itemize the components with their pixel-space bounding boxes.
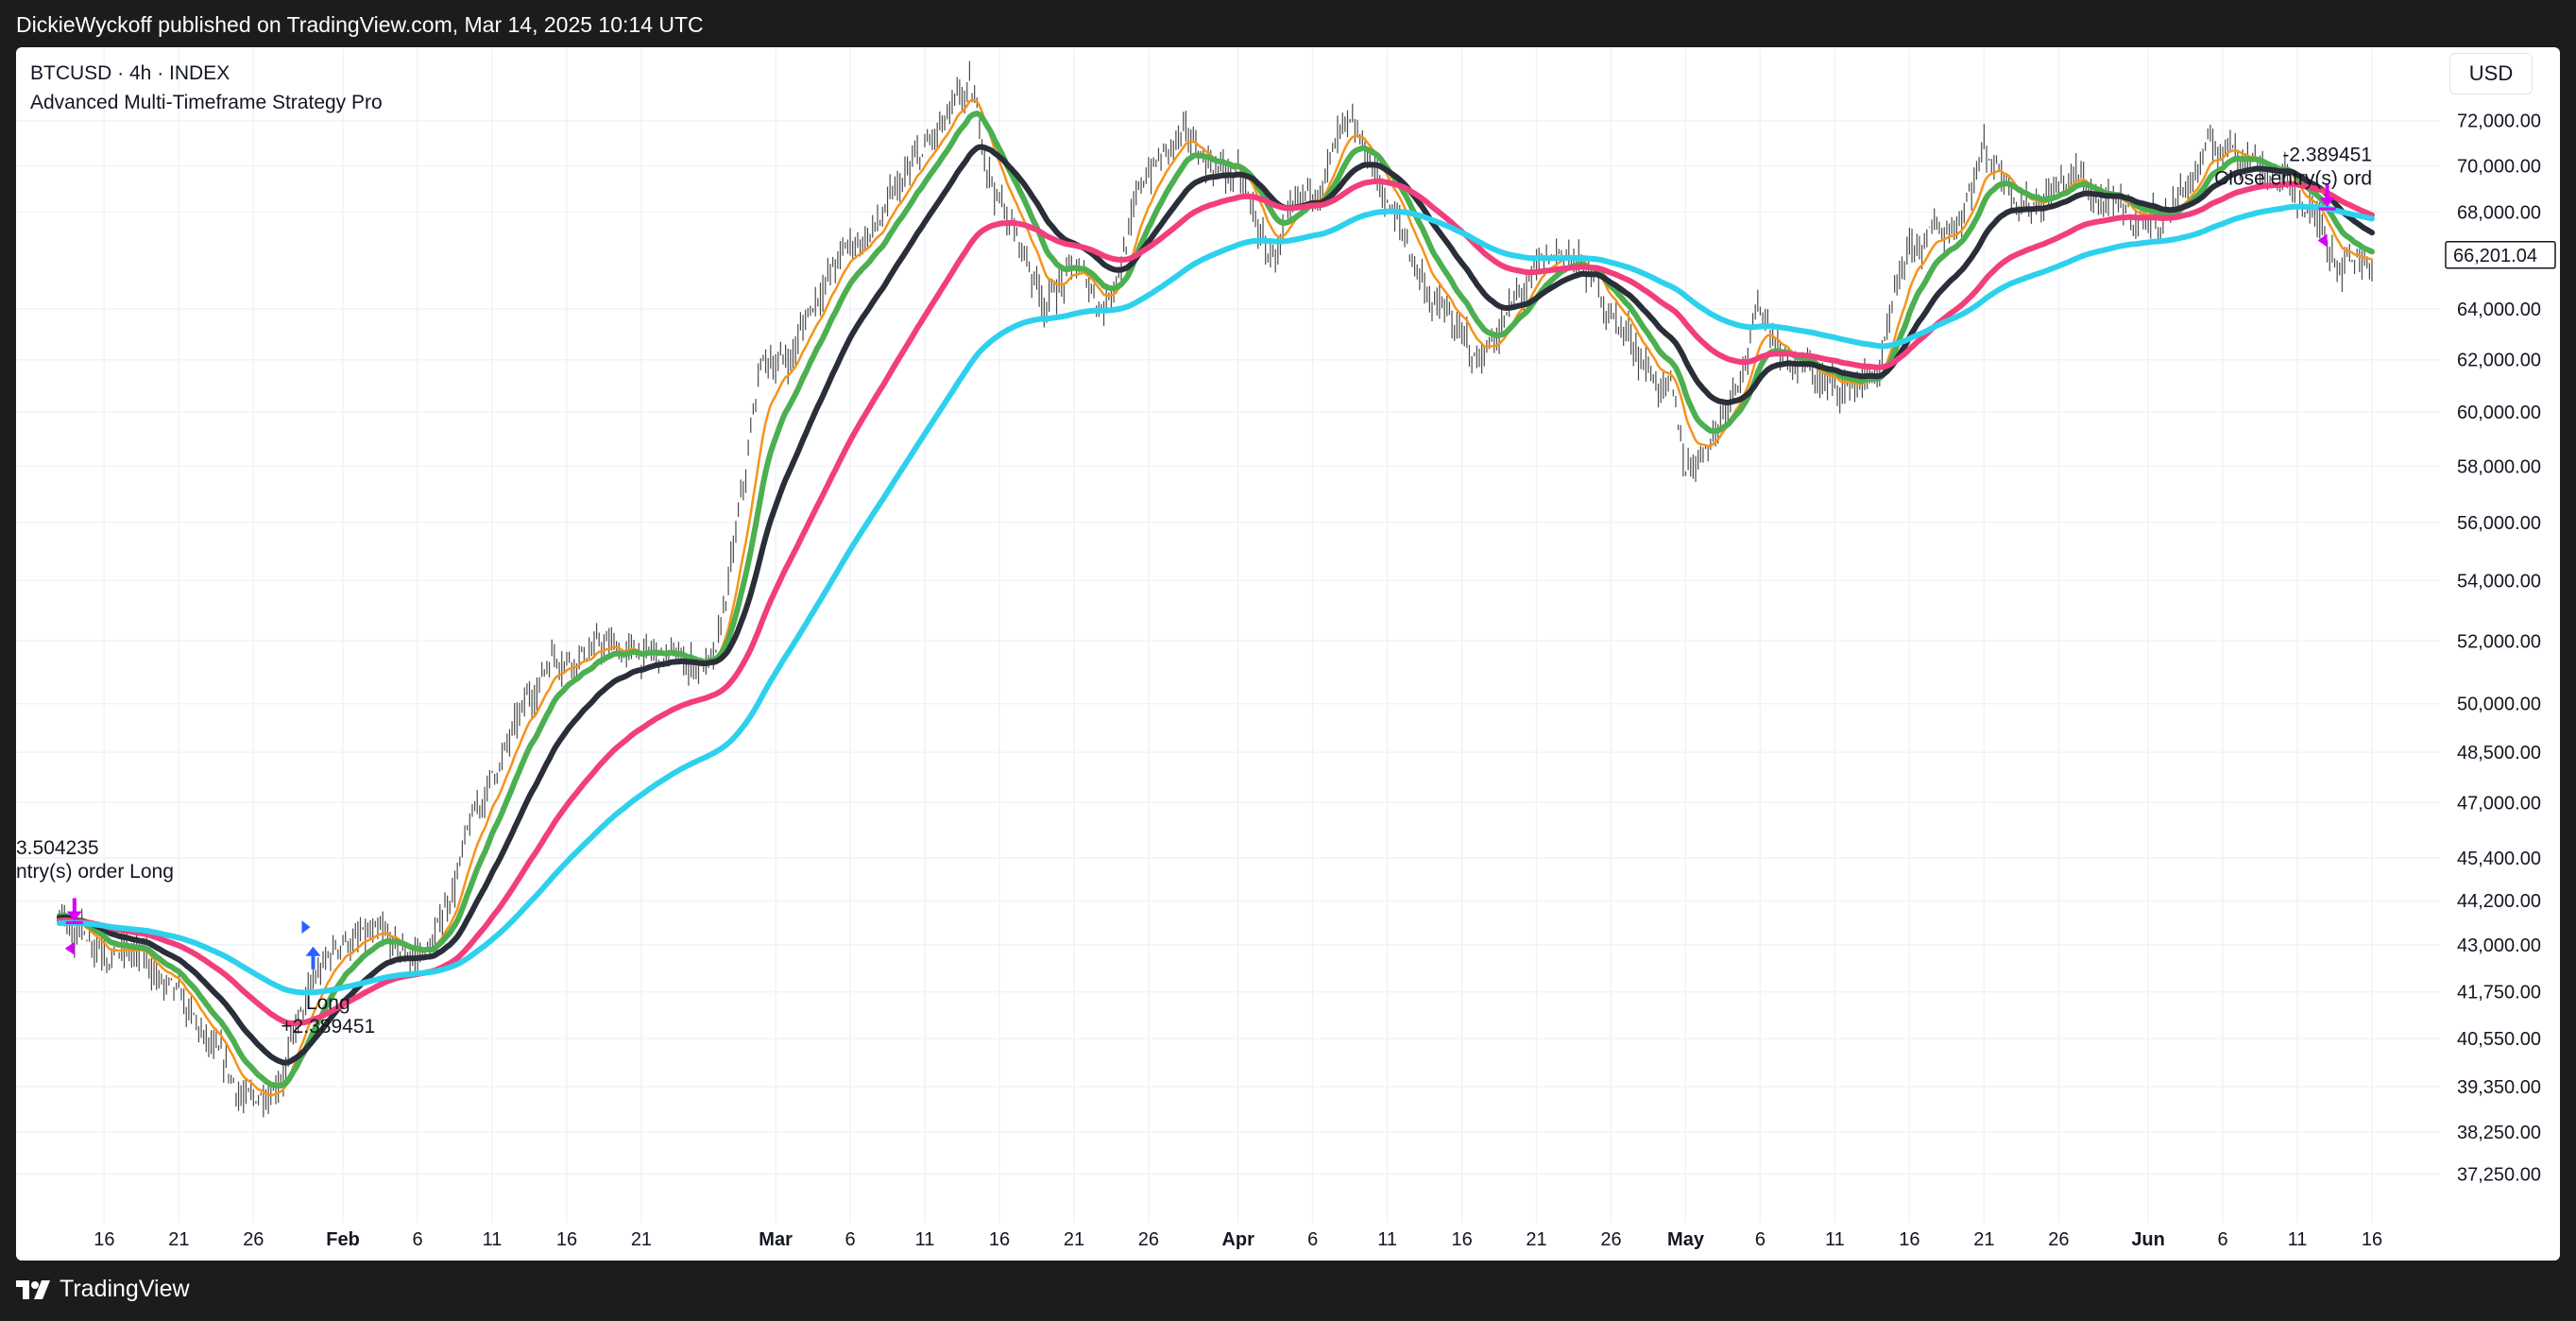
moving-average-line-4 [57,178,2375,1026]
y-tick-label: 60,000.00 [2457,403,2541,423]
x-tick-label: 6 [2218,1229,2228,1250]
x-tick-label: 16 [1451,1229,1472,1250]
y-tick-label: 52,000.00 [2457,631,2541,652]
x-tick-label: 16 [1899,1229,1919,1250]
x-tick-label: 16 [556,1229,577,1250]
x-tick-label: 21 [631,1229,652,1250]
chart-subtitle: Advanced Multi-Timeframe Strategy Pro [30,92,383,113]
x-tick-label: 16 [94,1229,114,1250]
x-tick-label: 6 [1755,1229,1766,1250]
x-tick-label: 11 [2288,1229,2308,1250]
moving-average-line-3 [57,144,2375,1066]
y-tick-label: 43,000.00 [2457,935,2541,956]
y-tick-label: 39,350.00 [2457,1077,2541,1098]
entry-triangle-icon [301,920,311,935]
x-tick-label: 6 [844,1229,855,1250]
x-tick-label: Mar [759,1229,793,1250]
y-tick-label: 68,000.00 [2457,202,2541,223]
trade-annotation-text: 3.504235 [16,837,99,859]
x-tick-label: 21 [1064,1229,1084,1250]
y-tick-label: 45,400.00 [2457,849,2541,869]
price-axis[interactable]: 72,000.00 70,000.00 68,000.00 64,000.00 62,0… [2445,112,2556,1186]
grid [16,47,2440,1223]
x-tick-label: 6 [412,1229,422,1250]
trade-annotation-text: Long [306,992,350,1014]
moving-average-line-2 [57,111,2375,1089]
trade-annotation-text: +2.389451 [281,1016,375,1038]
y-tick-label: 54,000.00 [2457,571,2541,592]
y-tick-label: 44,200.00 [2457,891,2541,912]
footer: TradingView [0,1261,2576,1321]
chart-panel[interactable]: 3.504235 ntry(s) order Long Long +2.389451 -… [16,47,2560,1261]
price-chart[interactable]: 3.504235ntry(s) order Long Long+2.389451 -… [16,47,2560,1261]
x-tick-label: Feb [326,1229,360,1250]
time-axis[interactable]: 16 21 26 Feb 6 11 16 21 Mar 6 11 16 21 26 Apr 6 11 16 21 26… [94,1229,2382,1250]
y-tick-label: 41,750.00 [2457,983,2541,1004]
x-tick-label: Apr [1221,1229,1254,1250]
y-tick-label: 70,000.00 [2457,156,2541,177]
x-tick-label: 26 [243,1229,264,1250]
x-tick-label: 26 [1600,1229,1621,1250]
currency-button[interactable]: USD [2449,53,2533,94]
exit-triangle-icon [64,941,75,955]
chart-title: BTCUSD · 4h · INDEX [30,62,230,84]
x-tick-label: 11 [1377,1229,1397,1250]
moving-averages [57,98,2375,1097]
x-tick-label: 21 [1973,1229,1994,1250]
y-tick-label: 56,000.00 [2457,513,2541,534]
x-tick-label: 11 [1825,1229,1845,1250]
trade-signals [64,183,2336,969]
x-tick-label: 26 [2048,1229,2069,1250]
publish-text: DickieWyckoff published on TradingView.c… [16,12,704,37]
publisher-header: DickieWyckoff published on TradingView.c… [0,0,2576,47]
y-tick-label: 50,000.00 [2457,695,2541,715]
x-tick-label: 26 [1138,1229,1159,1250]
trade-annotation-text: -2.389451 [2282,145,2372,166]
y-tick-label: 48,500.00 [2457,743,2541,763]
y-tick-label: 58,000.00 [2457,457,2541,478]
trade-annotation-text: Close entry(s) ord [2214,168,2372,190]
tradingview-brand: TradingView [60,1276,190,1302]
y-tick-label: 47,000.00 [2457,793,2541,814]
trade-annotation-text: ntry(s) order Long [16,861,174,883]
y-tick-label: 38,250.00 [2457,1123,2541,1143]
x-tick-label: 16 [989,1229,1010,1250]
x-tick-label: 21 [1526,1229,1546,1250]
x-tick-label: Jun [2131,1229,2165,1250]
tradingview-logo[interactable]: TradingView [16,1276,190,1303]
x-tick-label: 16 [2362,1229,2382,1250]
exit-triangle-icon [2317,233,2328,248]
y-tick-label: 37,250.00 [2457,1165,2541,1186]
x-tick-label: 11 [915,1229,935,1250]
y-tick-label: 40,550.00 [2457,1029,2541,1050]
last-price-label: 66,201.04 [2453,246,2537,266]
x-tick-label: 21 [168,1229,189,1250]
x-tick-label: May [1667,1229,1705,1250]
x-tick-label: 11 [483,1229,503,1250]
tradingview-logo-icon [16,1279,50,1299]
y-tick-label: 62,000.00 [2457,351,2541,371]
y-tick-label: 72,000.00 [2457,112,2541,132]
x-tick-label: 6 [1307,1229,1318,1250]
moving-average-line-5 [57,203,2375,996]
y-tick-label: 64,000.00 [2457,300,2541,320]
